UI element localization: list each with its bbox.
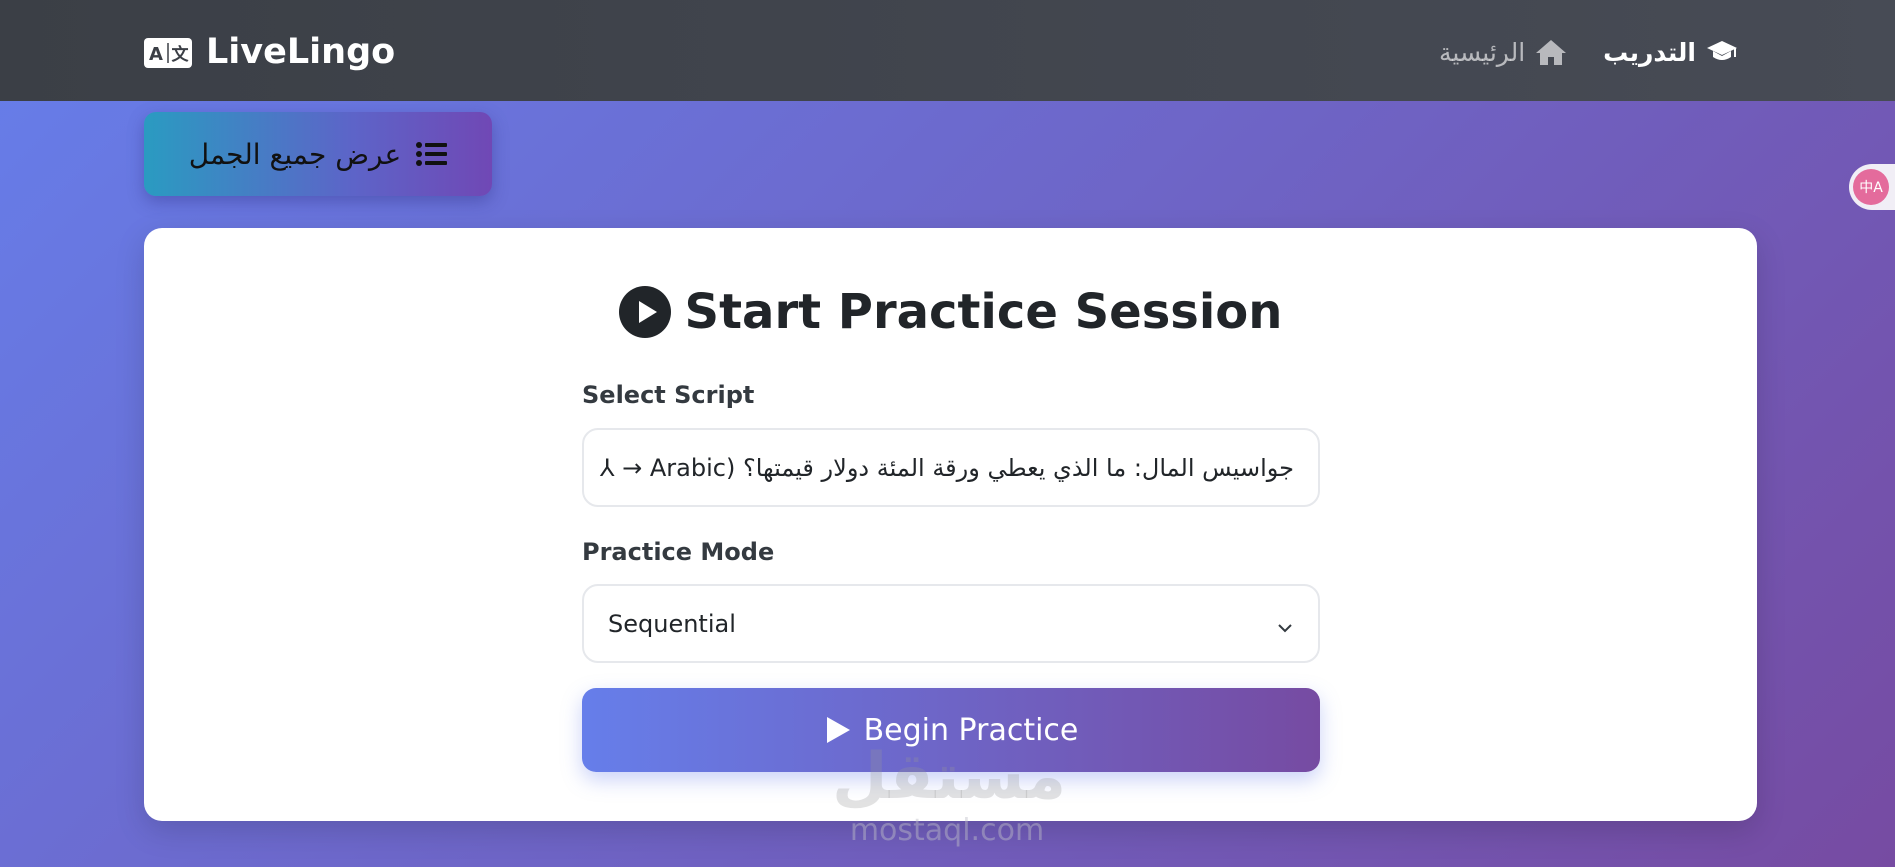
graduation-cap-icon bbox=[1706, 38, 1738, 66]
mode-select-label: Practice Mode bbox=[582, 538, 775, 566]
nav-menu: التدريب الرئيسية bbox=[1439, 28, 1738, 76]
script-select-label: Select Script bbox=[582, 381, 755, 409]
page-title-text: Start Practice Session bbox=[684, 284, 1283, 340]
translate-icon: 中A bbox=[1853, 169, 1889, 205]
home-icon bbox=[1535, 38, 1567, 66]
page-translate-widget[interactable]: 中A bbox=[1849, 164, 1895, 210]
nav-item-training[interactable]: التدريب bbox=[1603, 38, 1738, 67]
begin-practice-button[interactable]: Begin Practice bbox=[582, 688, 1320, 772]
nav-item-label: الرئيسية bbox=[1439, 37, 1526, 67]
chevron-down-icon bbox=[1276, 615, 1294, 633]
translate-card-icon: A 文 bbox=[144, 37, 192, 68]
brand-link[interactable]: A 文 LiveLingo bbox=[144, 30, 395, 74]
svg-text:文: 文 bbox=[172, 44, 190, 65]
nav-item-label: التدريب bbox=[1603, 37, 1696, 67]
nav-item-home[interactable]: الرئيسية bbox=[1439, 38, 1567, 67]
play-icon bbox=[824, 715, 852, 745]
svg-text:A: A bbox=[149, 44, 163, 65]
script-select[interactable]: جواسيس المال: ما الذي يعطي ورقة المئة دو… bbox=[582, 428, 1320, 507]
top-navbar: A 文 LiveLingo التدريب الرئيسية bbox=[0, 0, 1895, 101]
list-icon bbox=[415, 140, 448, 168]
practice-mode-value: Sequential bbox=[608, 609, 736, 638]
show-all-label: عرض جميع الجمل bbox=[188, 137, 402, 171]
practice-card: Start Practice Session Select Script جوا… bbox=[144, 228, 1757, 821]
brand-name: LiveLingo bbox=[206, 32, 396, 72]
show-all-sentences-button[interactable]: عرض جميع الجمل bbox=[144, 112, 492, 196]
practice-mode-select[interactable]: Sequential bbox=[582, 584, 1320, 663]
script-select-value: جواسيس المال: ما الذي يعطي ورقة المئة دو… bbox=[599, 453, 1294, 482]
play-circle-icon bbox=[618, 286, 671, 338]
page-title: Start Practice Session bbox=[144, 280, 1757, 344]
begin-practice-label: Begin Practice bbox=[863, 712, 1079, 748]
